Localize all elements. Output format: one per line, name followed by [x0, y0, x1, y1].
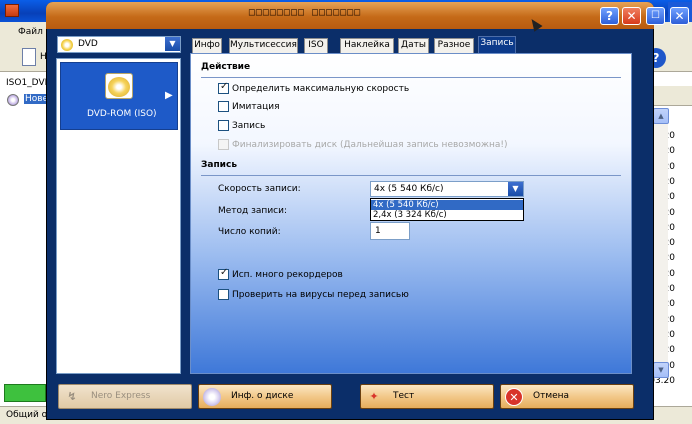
method-label: Метод записи:	[218, 206, 287, 216]
disc-format-label: DVD-ROM (ISO)	[87, 109, 157, 119]
tab-dates[interactable]: Даты	[398, 38, 429, 53]
nero-express-icon: ↯	[67, 390, 77, 403]
tree-root[interactable]: ISO1_DVD	[6, 78, 52, 88]
maximize-button[interactable]: ☐	[646, 7, 665, 25]
disc-info-label: Инф. о диске	[231, 391, 294, 401]
multi-recorder-label: Исп. много рекордеров	[232, 270, 343, 280]
dvd-rom-icon	[105, 73, 133, 99]
cancel-label: Отмена	[533, 391, 570, 401]
tab-label[interactable]: Наклейка	[340, 38, 394, 53]
chevron-down-icon[interactable]: ▼	[165, 37, 180, 51]
new-document-icon[interactable]	[22, 48, 36, 66]
help-button[interactable]: ?	[600, 7, 619, 25]
test-label: Тест	[393, 391, 415, 401]
parent-tree-panel: ISO1_DVD Нове	[0, 72, 52, 406]
tab-multisession[interactable]: Мультисессия	[229, 38, 298, 53]
virus-check-checkbox[interactable]	[218, 289, 229, 300]
tab-misc[interactable]: Разное	[434, 38, 474, 53]
chevron-right-icon: ▶	[165, 90, 173, 101]
virus-check-label: Проверить на вирусы перед записью	[232, 290, 409, 300]
write-speed-value: 4x (5 540 Кб/с)	[374, 184, 444, 194]
disc-format-item[interactable]: DVD-ROM (ISO) ▶	[60, 62, 178, 130]
status-text: Общий о	[6, 410, 48, 420]
dvd-icon	[61, 39, 73, 51]
scroll-up-button[interactable]: ▲	[653, 108, 669, 124]
max-speed-checkbox[interactable]	[218, 81, 229, 94]
write-divider	[201, 175, 621, 176]
copies-input[interactable]: 1	[370, 222, 410, 240]
disc-icon	[7, 94, 19, 106]
disc-info-button[interactable]: Инф. о диске	[198, 384, 332, 409]
finalize-checkbox	[218, 139, 229, 150]
action-divider	[201, 77, 621, 78]
progress-bar	[4, 384, 46, 402]
chevron-down-icon[interactable]: ▼	[508, 182, 523, 196]
menu-file[interactable]: Файл	[18, 27, 43, 37]
action-section-title: Действие	[201, 62, 251, 72]
write-speed-select[interactable]: 4x (5 540 Кб/с) ▼	[370, 181, 524, 197]
write-section-title: Запись	[201, 160, 238, 170]
speed-label: Скорость записи:	[218, 184, 301, 194]
disc-info-icon	[203, 388, 221, 406]
test-button[interactable]: ✦ Тест	[360, 384, 494, 409]
nero-express-button[interactable]: ↯ Nero Express	[58, 384, 192, 409]
write-speed-dropdown: 4x (5 540 Кб/с) 2,4x (3 324 Кб/с)	[370, 198, 524, 221]
cancel-button[interactable]: ✕ Отмена	[500, 384, 634, 409]
tab-burn[interactable]: Запись	[478, 36, 516, 53]
tab-info[interactable]: Инфо	[192, 38, 222, 53]
close-button[interactable]: ✕	[622, 7, 641, 25]
close-button-parent[interactable]: ✕	[670, 7, 689, 25]
simulation-checkbox[interactable]	[218, 101, 229, 112]
speed-option[interactable]: 2,4x (3 324 Кб/с)	[371, 210, 523, 220]
speed-option[interactable]: 4x (5 540 Кб/с)	[371, 200, 523, 210]
burn-flame-icon: ✦	[369, 390, 379, 403]
app-icon	[5, 4, 19, 17]
list-scrollbar[interactable]: ▲ ▼	[652, 108, 669, 378]
scroll-down-button[interactable]: ▼	[653, 362, 669, 378]
copies-label: Число копий:	[218, 227, 281, 237]
disc-type-value: DVD	[78, 39, 98, 49]
write-label: Запись	[232, 121, 266, 131]
write-checkbox[interactable]	[218, 120, 229, 131]
dialog-title: □□□□□□□□ □□□□□□□	[248, 7, 362, 18]
tab-iso[interactable]: ISO	[304, 38, 328, 53]
disc-type-select[interactable]: DVD ▼	[57, 36, 181, 53]
simulation-label: Имитация	[232, 102, 280, 112]
nero-express-label: Nero Express	[91, 391, 151, 401]
finalize-label: Финализировать диск (Дальнейшая запись н…	[232, 140, 508, 150]
multi-recorder-checkbox[interactable]	[218, 267, 229, 280]
cancel-icon: ✕	[505, 388, 523, 406]
max-speed-label: Определить максимальную скорость	[232, 84, 410, 94]
